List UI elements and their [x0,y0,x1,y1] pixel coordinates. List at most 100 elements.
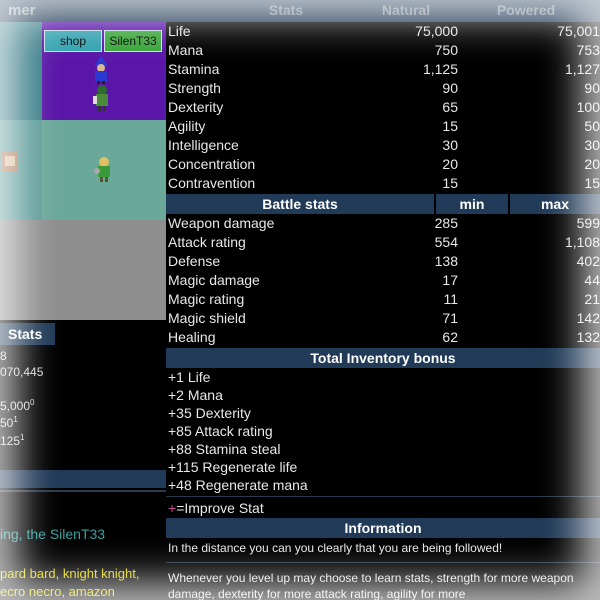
inventory-bonus-item: +35 Dexterity [168,405,251,421]
stat-label: Intelligence [168,137,239,153]
battle-stat-label: Magic rating [168,291,245,307]
inventory-bonus-header: Total Inventory bonus [166,348,600,368]
battle-stat-min: 71 [442,310,458,326]
stat-natural-value: 750 [434,42,458,58]
natural-col-header: Natural [381,2,431,18]
min-col-header: min [459,196,485,212]
players-line[interactable]: ecro necro, amazon [0,583,139,600]
shop-button[interactable]: shop [44,30,102,52]
stat-powered-value: 50 [584,118,600,134]
stat-natural-value: 30 [442,137,458,153]
battle-stat-row: Weapon damage 285 599 [166,214,600,233]
inventory-bonus-item: +85 Attack rating [168,423,273,439]
stat-powered-value: 100 [576,99,600,115]
stat-label: Life [168,23,191,39]
battle-stat-max: 132 [576,329,600,345]
stat-row: Mana 750 753 [166,41,600,60]
battle-stat-row: Magic rating 11 21 [166,290,600,309]
stat-natural-value: 90 [442,80,458,96]
battle-stat-label: Defense [168,253,221,269]
npc-sprite-icon[interactable] [0,148,20,176]
stat-value: 8 [0,349,7,363]
wizard-sprite-icon[interactable] [90,56,112,84]
battle-stat-label: Magic damage [168,272,260,288]
stat-value: 5,0000 [0,398,35,413]
battle-stat-min: 17 [442,272,458,288]
stats-panel: Stats Natural Powered Life 75,000 75,001 Ma… [166,0,600,600]
battle-stat-min: 554 [434,234,458,250]
inventory-bonus-item: +48 Regenerate mana [168,477,308,493]
battle-stat-min: 11 [443,291,458,307]
battle-stat-max: 402 [576,253,600,269]
stat-powered-value: 30 [584,137,600,153]
inventory-bonus-item: +2 Mana [168,387,223,403]
map-header-label: mer [8,2,36,19]
stat-row: Dexterity 65 100 [166,98,600,117]
info-message: In the distance you can you clearly that… [168,541,503,555]
stat-label: Stamina [168,61,220,77]
max-col-header: max [540,196,570,212]
stat-value: 501 [0,415,18,430]
section-bar [0,470,166,488]
inventory-bonus-item: +115 Regenerate life [168,459,298,475]
battle-stat-min: 138 [434,253,458,269]
battle-stat-row: Attack rating 554 1,108 [166,233,600,252]
battle-stat-max: 142 [576,310,600,326]
map-header: mer [0,0,166,22]
battle-stat-min: 62 [442,329,458,345]
stat-natural-value: 1,125 [422,61,458,77]
stat-value: 1251 [0,433,25,448]
knight-sprite-icon[interactable] [91,84,113,112]
improve-plus-icon: + [168,500,177,516]
stat-natural-value: 15 [442,175,458,191]
stat-powered-value: 90 [584,80,600,96]
stats-col-header: Stats [268,2,304,18]
stat-row: Agility 15 50 [166,117,600,136]
battle-stat-max: 599 [576,215,600,231]
battle-stat-row: Magic shield 71 142 [166,309,600,328]
battle-stat-label: Attack rating [168,234,246,250]
battle-stats-header: Battle stats min max [166,194,600,214]
stat-row: Contravention 15 15 [166,174,600,193]
battle-stat-label: Healing [168,329,216,345]
stat-powered-value: 15 [584,175,600,191]
battle-stat-max: 44 [584,272,600,288]
stat-value: 070,445 [0,365,44,379]
inventory-bonus-item: +1 Life [168,369,211,385]
battle-stat-label: Magic shield [168,310,246,326]
stat-label: Concentration [168,156,256,172]
divider [166,562,600,563]
stat-row: Concentration 20 20 [166,155,600,174]
game-window: mer shop SilenT33 Stats 8 070,445 5,0000… [0,0,600,600]
inventory-bonus-item: +88 Stamina steal [168,441,281,457]
players-line[interactable]: pard bard, knight knight, [0,565,139,583]
stat-row: Intelligence 30 30 [166,136,600,155]
information-header: Information [166,518,600,538]
stat-label: Agility [168,118,206,134]
battle-stat-row: Healing 62 132 [166,328,600,347]
powered-col-header: Powered [496,2,556,18]
stat-label: Contravention [168,175,256,191]
stat-label: Mana [168,42,204,58]
player-character-icon[interactable] [93,155,115,183]
divider [0,490,166,492]
stat-natural-value: 65 [442,99,458,115]
stat-powered-value: 75,001 [557,23,600,39]
stat-row: Life 75,000 75,001 [166,22,600,41]
stat-natural-value: 15 [442,118,458,134]
level-up-hint: Whenever you level up may choose to lear… [168,571,574,600]
players-list: pard bard, knight knight, ecro necro, am… [0,565,139,600]
map-panel: mer shop SilenT33 Stats 8 070,445 5,0000… [0,0,166,600]
battle-stat-min: 285 [434,215,458,231]
stat-label: Dexterity [168,99,224,115]
stats-header: Stats [0,323,55,345]
map-tile[interactable] [42,220,166,320]
game-message: ing, the SilenT33 [0,526,106,542]
improve-stat-legend[interactable]: +=Improve Stat [168,500,264,516]
map-strip-tile [0,220,42,320]
player-name-button[interactable]: SilenT33 [104,30,162,52]
stat-row: Strength 90 90 [166,79,600,98]
map-strip-tile [0,22,42,120]
stat-natural-value: 75,000 [415,23,458,39]
battle-stat-max: 1,108 [564,234,600,250]
